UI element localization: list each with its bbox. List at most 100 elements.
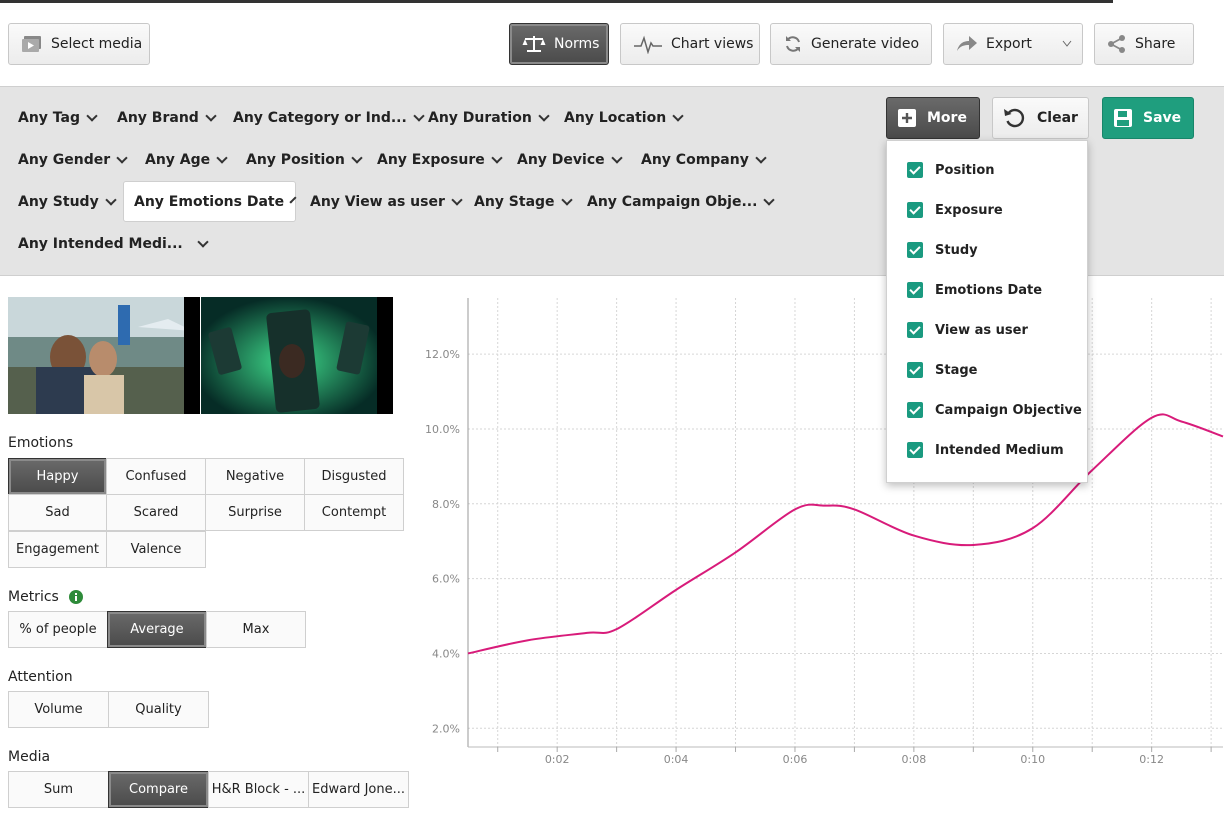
filter-brand[interactable]: Any Brand xyxy=(107,98,225,138)
media-item-edward-jones-button[interactable]: Edward Jone... xyxy=(308,771,409,808)
dropdown-option-emotions-date[interactable]: Emotions Date xyxy=(907,280,1042,300)
share-button[interactable]: Share xyxy=(1094,23,1194,65)
clear-label: Clear xyxy=(1037,110,1078,126)
filter-device[interactable]: Any Device xyxy=(507,140,631,180)
emotion-happy-button[interactable]: Happy xyxy=(8,458,107,495)
metrics-title: Metrics xyxy=(8,589,59,605)
dropdown-option-intended-medium[interactable]: Intended Medium xyxy=(907,440,1064,460)
generate-video-label: Generate video xyxy=(811,36,920,52)
filter-label: Any Category or Ind... xyxy=(233,110,407,126)
dropdown-option-exposure[interactable]: Exposure xyxy=(907,200,1003,220)
more-filters-dropdown: Position Exposure Study Emotions Date Vi… xyxy=(886,140,1088,483)
y-tick-label: 12.0% xyxy=(425,348,460,361)
generate-video-button[interactable]: Generate video xyxy=(770,23,932,65)
emotion-disgusted-button[interactable]: Disgusted xyxy=(304,458,404,495)
chevron-down-icon xyxy=(105,194,117,206)
metric-percent-people-button[interactable]: % of people xyxy=(8,611,108,648)
chevron-down-icon xyxy=(763,194,776,206)
filter-label: Any Study xyxy=(18,194,99,210)
select-media-button[interactable]: Select media xyxy=(8,23,150,65)
option-label: View as user xyxy=(935,322,1028,338)
filter-label: Any Age xyxy=(145,152,211,168)
filter-campaign-objective[interactable]: Any Campaign Obje... xyxy=(577,182,783,222)
checkbox-checked-icon[interactable] xyxy=(907,442,923,458)
attention-volume-button[interactable]: Volume xyxy=(8,691,109,728)
clear-filters-button[interactable]: Clear xyxy=(992,97,1089,139)
checkbox-checked-icon[interactable] xyxy=(907,282,923,298)
scale-icon xyxy=(522,36,546,52)
filter-age[interactable]: Any Age xyxy=(135,140,236,180)
media-thumbnail-2[interactable] xyxy=(201,297,393,414)
filter-label: Any View as user xyxy=(310,194,445,210)
checkbox-checked-icon[interactable] xyxy=(907,202,923,218)
dropdown-option-study[interactable]: Study xyxy=(907,240,978,260)
emotion-surprise-button[interactable]: Surprise xyxy=(205,494,305,531)
filter-tag[interactable]: Any Tag xyxy=(8,98,106,138)
filter-location[interactable]: Any Location xyxy=(554,98,692,138)
media-sum-button[interactable]: Sum xyxy=(8,771,109,808)
chevron-down-icon xyxy=(351,152,363,164)
dropdown-option-view-as-user[interactable]: View as user xyxy=(907,320,1028,340)
checkbox-checked-icon[interactable] xyxy=(907,402,923,418)
share-label: Share xyxy=(1135,36,1176,52)
filter-emotions-date[interactable]: Any Emotions Date xyxy=(123,181,297,222)
dropdown-option-campaign-objective[interactable]: Campaign Objective xyxy=(907,400,1082,420)
save-label: Save xyxy=(1143,110,1182,126)
checkbox-checked-icon[interactable] xyxy=(907,162,923,178)
norms-button[interactable]: Norms xyxy=(509,23,609,65)
emotion-negative-button[interactable]: Negative xyxy=(205,458,305,495)
metrics-heading: Metrics xyxy=(8,589,83,605)
chevron-down-icon xyxy=(538,110,550,122)
filter-label: Any Company xyxy=(641,152,749,168)
filter-gender[interactable]: Any Gender xyxy=(8,140,136,180)
chart-views-button[interactable]: Chart views xyxy=(620,23,760,65)
filter-category[interactable]: Any Category or Ind... xyxy=(223,98,433,138)
chevron-down-icon xyxy=(86,110,98,122)
checkbox-checked-icon[interactable] xyxy=(907,242,923,258)
attention-quality-button[interactable]: Quality xyxy=(108,691,209,728)
export-button[interactable]: Export xyxy=(943,23,1083,65)
media-item-hr-block-button[interactable]: H&R Block - ... xyxy=(208,771,309,808)
option-label: Campaign Objective xyxy=(935,402,1082,418)
filter-view-as-user[interactable]: Any View as user xyxy=(300,182,471,222)
checkbox-checked-icon[interactable] xyxy=(907,322,923,338)
chevron-down-icon xyxy=(197,236,209,248)
media-thumbnail-1[interactable] xyxy=(8,297,200,414)
filter-study[interactable]: Any Study xyxy=(8,182,125,222)
y-tick-label: 8.0% xyxy=(432,498,460,511)
metric-average-button[interactable]: Average xyxy=(107,611,207,648)
emotion-engagement-button[interactable]: Engagement xyxy=(8,531,107,568)
filter-position[interactable]: Any Position xyxy=(236,140,371,180)
chevron-down-icon xyxy=(755,152,767,164)
reset-icon xyxy=(1004,108,1025,128)
checkbox-checked-icon[interactable] xyxy=(907,362,923,378)
chevron-down-icon xyxy=(451,194,463,206)
plus-icon xyxy=(898,109,916,127)
more-filters-button[interactable]: More xyxy=(886,97,980,139)
emotion-contempt-button[interactable]: Contempt xyxy=(304,494,404,531)
filter-company[interactable]: Any Company xyxy=(631,140,775,180)
filter-stage[interactable]: Any Stage xyxy=(464,182,581,222)
emotion-sad-button[interactable]: Sad xyxy=(8,494,107,531)
x-tick-label: 0:06 xyxy=(783,753,808,766)
metric-max-button[interactable]: Max xyxy=(206,611,306,648)
filter-label: Any Exposure xyxy=(377,152,485,168)
chevron-down-icon xyxy=(610,152,623,164)
emotion-confused-button[interactable]: Confused xyxy=(106,458,206,495)
option-label: Position xyxy=(935,162,995,178)
filter-label: Any Position xyxy=(246,152,345,168)
filter-duration[interactable]: Any Duration xyxy=(418,98,558,138)
media-compare-button[interactable]: Compare xyxy=(108,771,209,808)
filter-exposure[interactable]: Any Exposure xyxy=(367,140,511,180)
video-frame-image xyxy=(8,297,200,414)
info-icon[interactable] xyxy=(68,590,83,604)
norms-label: Norms xyxy=(554,36,600,52)
dropdown-option-position[interactable]: Position xyxy=(907,160,995,180)
filter-intended-medium[interactable]: Any Intended Medi... xyxy=(8,224,217,264)
series-line xyxy=(467,413,1224,655)
save-button[interactable]: Save xyxy=(1102,97,1194,139)
emotion-valence-button[interactable]: Valence xyxy=(106,531,206,568)
emotion-scared-button[interactable]: Scared xyxy=(106,494,206,531)
dropdown-option-stage[interactable]: Stage xyxy=(907,360,977,380)
more-label: More xyxy=(927,110,967,126)
